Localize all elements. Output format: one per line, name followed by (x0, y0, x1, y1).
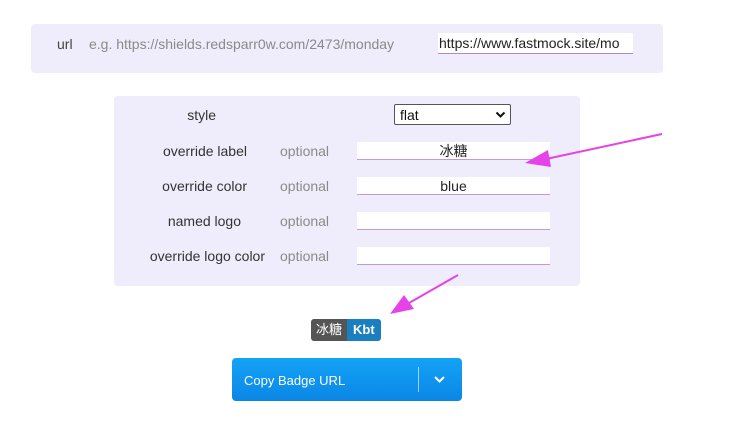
badge-right-text: Kbt (347, 319, 381, 341)
named-logo-label: named logo (167, 213, 241, 229)
override-color-label: override color (162, 178, 247, 194)
copy-badge-url-button[interactable]: Copy Badge URL (232, 358, 462, 401)
copy-badge-url-label: Copy Badge URL (244, 373, 346, 388)
override-label-optional: optional (280, 143, 330, 159)
override-color-optional: optional (280, 178, 330, 194)
override-label-label: override label (162, 143, 247, 159)
style-label: style (187, 107, 216, 123)
override-label-input[interactable] (357, 142, 550, 160)
button-divider (418, 367, 419, 392)
badge-preview: 冰糖 Kbt (311, 319, 381, 341)
url-label: url (57, 36, 73, 52)
chevron-down-icon[interactable] (433, 373, 446, 386)
override-logo-color-input[interactable] (357, 247, 550, 265)
override-logo-color-label: override logo color (149, 248, 265, 264)
chevron-down-icon (495, 111, 506, 118)
url-input[interactable] (438, 33, 633, 54)
override-logo-color-optional: optional (280, 248, 330, 264)
badge-left-text: 冰糖 (311, 319, 348, 341)
override-color-input[interactable] (357, 177, 550, 195)
named-logo-optional: optional (280, 213, 330, 229)
named-logo-input[interactable] (357, 212, 550, 230)
style-select[interactable]: flat (394, 104, 511, 125)
url-hint: e.g. https://shields.redsparr0w.com/2473… (89, 36, 395, 52)
style-select-value: flat (400, 107, 419, 123)
